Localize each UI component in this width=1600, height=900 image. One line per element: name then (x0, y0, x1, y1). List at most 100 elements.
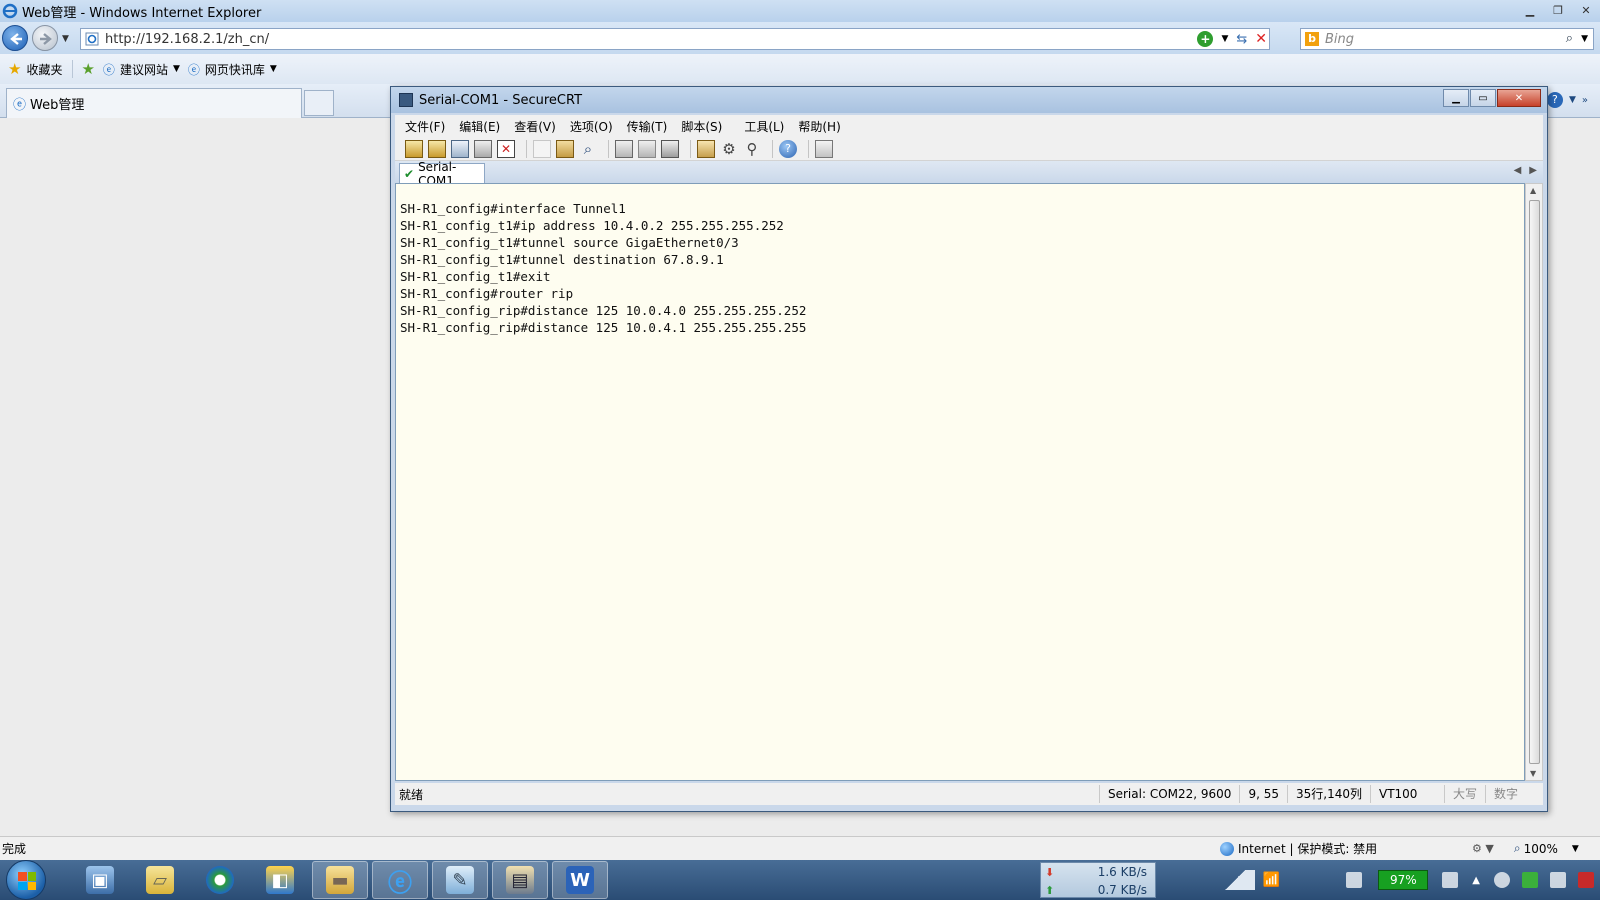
help-icon[interactable]: ? (1546, 92, 1563, 108)
menu-edit[interactable]: 编辑(E) (459, 118, 500, 135)
terminal-scrollbar[interactable]: ▲ ▼ (1525, 183, 1543, 781)
taskbar-ie[interactable]: ⓔ (372, 861, 428, 899)
security-shield-icon[interactable] (1522, 872, 1538, 888)
refresh-icon[interactable]: ⇆ (1236, 32, 1247, 47)
chevron-down-icon: ▼ (172, 64, 180, 74)
volume-icon[interactable] (1550, 872, 1566, 888)
zoom-level[interactable]: 100% (1524, 842, 1558, 856)
address-bar[interactable]: http://192.168.2.1/zh_cn/ + ▼ ⇆ ✕ (80, 28, 1270, 50)
menu-tools[interactable]: 工具(L) (744, 118, 784, 135)
menu-options[interactable]: 选项(O) (570, 118, 613, 135)
global-options-icon[interactable]: ⚙ (720, 140, 738, 158)
tab-web-admin[interactable]: ⓔ Web管理 (6, 88, 302, 118)
zoom-icon: ⌕ (1513, 841, 1521, 855)
search-input[interactable]: b Bing ⌕ ▼ (1300, 28, 1594, 50)
crt-close-button[interactable]: ✕ (1497, 89, 1541, 107)
favorites-bar: ★ 收藏夹 ★ ⓔ 建议网站 ▼ ⓔ 网页快讯库 ▼ (0, 54, 1600, 84)
find-icon[interactable]: ⌕ (579, 140, 597, 158)
crt-minimize-button[interactable]: ▁ (1443, 89, 1469, 107)
terminal-line: SH-R1_config_t1#tunnel destination 67.8.… (400, 252, 724, 267)
taskbar-word[interactable]: W (552, 861, 608, 899)
keymap-icon[interactable]: ⚲ (743, 140, 761, 158)
connect-icon[interactable] (405, 139, 423, 158)
taskbar-explorer[interactable]: ▬ (312, 861, 368, 899)
new-tab-button[interactable] (304, 90, 334, 116)
folder-icon: ▬ (326, 866, 354, 894)
ie-icon: ⓔ (388, 868, 412, 897)
disconnect-icon[interactable]: ✕ (497, 139, 515, 158)
history-dropdown-icon[interactable]: ▼ (62, 34, 69, 44)
terminal-output[interactable]: SH-R1_config#interface Tunnel1 SH-R1_con… (395, 183, 1525, 781)
menu-help[interactable]: 帮助(H) (798, 118, 840, 135)
search-dropdown-icon[interactable]: ▼ (1581, 34, 1588, 44)
menu-file[interactable]: 文件(F) (405, 118, 445, 135)
zone-dropdown-icon[interactable]: ⚙ ▼ (1472, 842, 1494, 855)
wireless-icon[interactable]: 📶 (1263, 872, 1280, 888)
address-dropdown-icon[interactable]: ▼ (1221, 34, 1228, 44)
start-button[interactable] (6, 860, 46, 900)
ie-page-icon: ⓔ (102, 62, 115, 77)
crt-maximize-button[interactable]: ▭ (1470, 89, 1496, 107)
forward-button[interactable] (32, 25, 58, 51)
help-icon[interactable]: ? (779, 139, 797, 158)
keyboard-icon[interactable] (1346, 872, 1363, 888)
print-icon[interactable] (661, 139, 679, 158)
scroll-down-icon[interactable]: ▼ (1530, 769, 1536, 778)
restore-button[interactable]: ❐ (1544, 0, 1572, 20)
signal-strength-icon[interactable] (1214, 870, 1255, 890)
tab-scroll-left-icon[interactable]: ◀ (1514, 165, 1522, 176)
zoom-dropdown-icon[interactable]: ▼ (1572, 844, 1579, 854)
search-placeholder: Bing (1325, 31, 1355, 47)
session-options-icon[interactable] (697, 139, 715, 158)
back-button[interactable] (2, 25, 28, 51)
menu-transfer[interactable]: 传输(T) (627, 118, 668, 135)
power-plug-icon[interactable] (1442, 872, 1459, 888)
button-bar-icon[interactable] (815, 139, 833, 158)
connect-tab-icon[interactable] (451, 139, 469, 158)
print-selection-icon[interactable] (638, 139, 656, 158)
security-zone[interactable]: Internet | 保护模式: 禁用 (1238, 840, 1458, 857)
app-blue-icon: ◧ (266, 866, 294, 894)
taskbar-app-pen[interactable]: ✎ (432, 861, 488, 899)
copy-icon[interactable] (533, 139, 551, 158)
taskbar-folder-notes[interactable]: ▱ (132, 861, 188, 899)
menu-script[interactable]: 脚本(S) (681, 118, 722, 135)
minimize-button[interactable]: ▁ (1516, 0, 1544, 20)
taskbar-computer[interactable]: ▣ (72, 861, 128, 899)
tray-app-icon[interactable] (1494, 872, 1510, 888)
help-dropdown-icon[interactable]: ▼ (1569, 95, 1576, 105)
network-icon[interactable] (1578, 872, 1594, 888)
scroll-up-icon[interactable]: ▲ (1530, 186, 1536, 195)
reconnect-icon[interactable] (474, 139, 492, 158)
add-favorite-button[interactable]: ★ (81, 60, 94, 78)
print-setup-icon[interactable] (615, 139, 633, 158)
menu-view[interactable]: 查看(V) (514, 118, 556, 135)
battery-indicator[interactable]: 97% (1378, 870, 1429, 890)
crt-menubar: 文件(F) 编辑(E) 查看(V) 选项(O) 传输(T) 脚本(S) 工具(L… (395, 115, 1543, 137)
quick-connect-icon[interactable] (428, 139, 446, 158)
search-icon[interactable]: ⌕ (1566, 31, 1573, 46)
separator (526, 139, 527, 158)
close-button[interactable]: ✕ (1572, 0, 1600, 20)
ie-page-icon: ⓔ (187, 62, 200, 77)
web-slice-gallery-button[interactable]: ⓔ 网页快讯库 ▼ (188, 61, 277, 78)
separator (772, 139, 773, 158)
taskbar-app-blue[interactable]: ◧ (252, 861, 308, 899)
compat-view-icon[interactable]: + (1197, 31, 1214, 47)
word-icon: W (566, 866, 594, 894)
expand-toolbar-icon[interactable]: » (1582, 95, 1588, 106)
show-hidden-icons-icon[interactable]: ▲ (1472, 875, 1480, 886)
tab-serial-com1[interactable]: ✔ Serial-COM1 (399, 160, 485, 188)
taskbar-360-browser[interactable] (192, 861, 248, 899)
stop-icon[interactable]: ✕ (1255, 31, 1267, 47)
notes-icon: ▱ (146, 866, 174, 894)
taskbar-securecrt[interactable]: ▤ (492, 861, 548, 899)
suggested-sites-button[interactable]: ⓔ 建议网站 ▼ (103, 61, 180, 78)
connected-check-icon: ✔ (404, 166, 415, 181)
securecrt-icon: ▤ (506, 866, 534, 894)
system-tray: 📶 97% ▲ (1214, 860, 1600, 900)
favorites-button[interactable]: ★ 收藏夹 (8, 60, 62, 78)
paste-icon[interactable] (556, 139, 574, 158)
tab-scroll-right-icon[interactable]: ▶ (1529, 165, 1537, 176)
scrollbar-thumb[interactable] (1529, 200, 1540, 764)
